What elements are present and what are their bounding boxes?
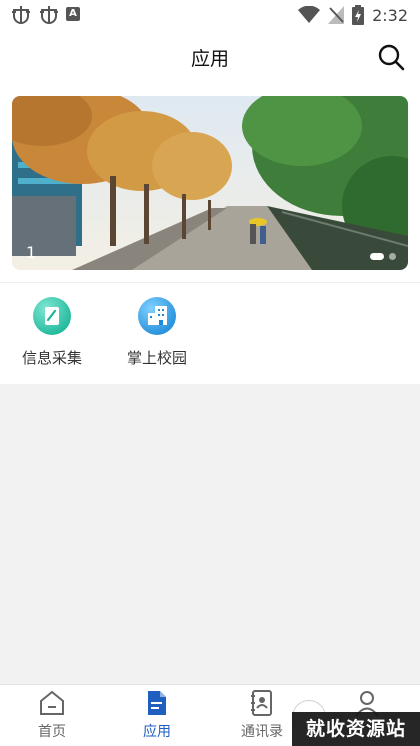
banner-carousel[interactable]: 1 [12, 96, 408, 270]
status-time: 2:32 [372, 5, 408, 25]
campus-photo [12, 96, 408, 270]
app-label: 掌上校园 [126, 349, 187, 367]
app-label: 信息采集 [21, 349, 82, 367]
page-title: 应用 [190, 48, 229, 70]
contacts-book-icon [251, 690, 272, 716]
watermark: 就收资源站 [292, 712, 420, 746]
document-icon [148, 691, 166, 715]
a-notification-icon: A [66, 7, 80, 21]
tab-label: 应用 [143, 724, 171, 740]
building-icon [138, 297, 176, 335]
app-grid: 信息采集 掌上校园 [0, 282, 420, 384]
tab-label: 首页 [38, 724, 66, 740]
carousel-dot[interactable] [370, 253, 384, 260]
carousel-dots [370, 253, 396, 260]
search-icon[interactable] [376, 42, 406, 72]
tab-apps[interactable]: 应用 [115, 689, 199, 741]
app-mobile-campus[interactable]: 掌上校园 [107, 297, 207, 368]
status-bar: A 2:32 [0, 0, 420, 30]
carousel-dot[interactable] [389, 253, 396, 260]
bug-icon [40, 6, 58, 24]
app-header: 应用 [0, 30, 420, 84]
tab-home[interactable]: 首页 [10, 689, 94, 741]
edit-icon [33, 297, 71, 335]
home-icon [40, 690, 64, 715]
status-indicators: 2:32 [298, 5, 408, 25]
banner-section: 1 [0, 84, 420, 282]
no-signal-icon [328, 6, 345, 24]
app-info-collection[interactable]: 信息采集 [2, 297, 102, 368]
banner-index: 1 [26, 243, 37, 262]
bug-icon [12, 6, 30, 24]
wifi-icon [298, 6, 321, 23]
battery-icon [352, 5, 365, 25]
status-notifications: A [10, 4, 80, 24]
